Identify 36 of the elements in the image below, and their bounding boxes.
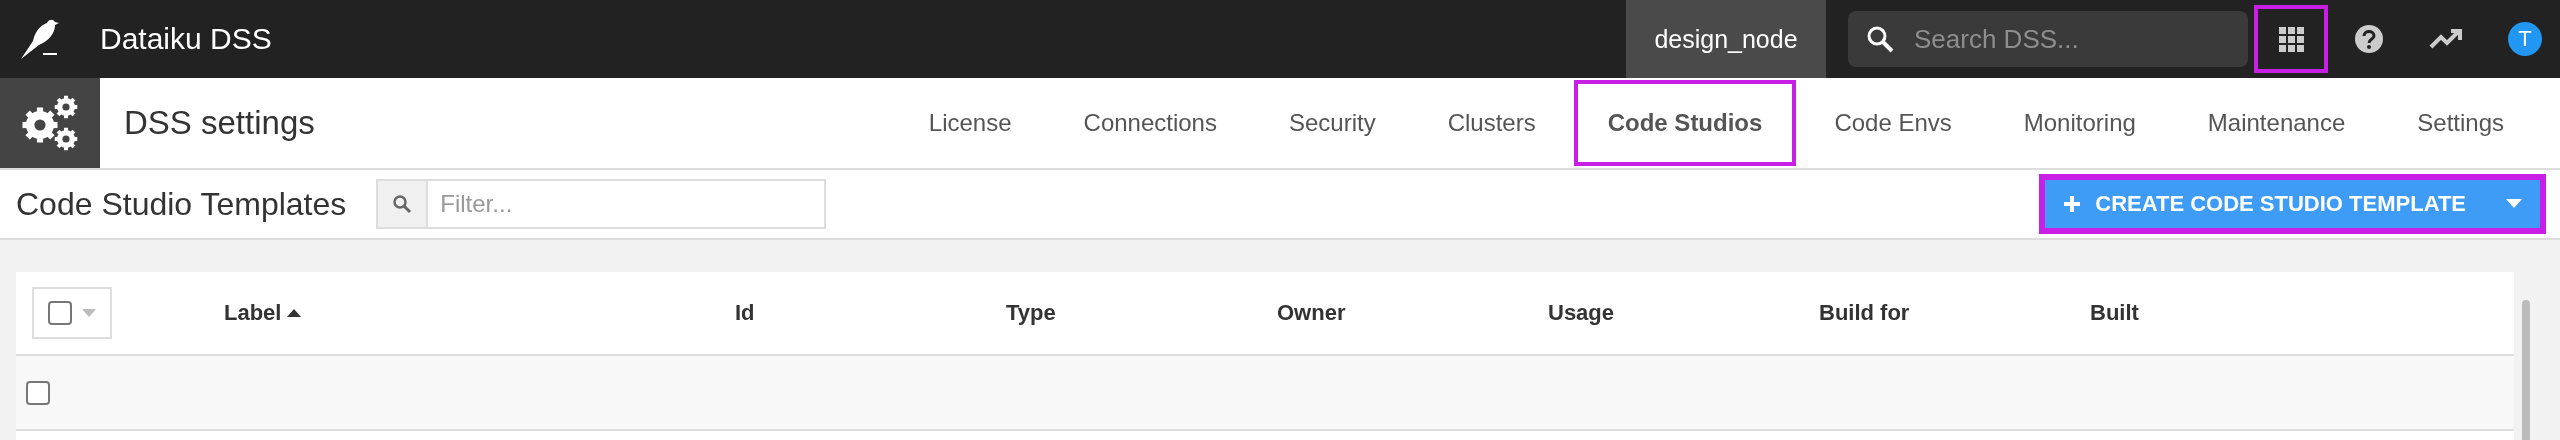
- settings-tab[interactable]: Code Envs: [1798, 78, 1988, 168]
- gears-icon: [20, 93, 80, 153]
- column-header[interactable]: Built: [2090, 300, 2139, 326]
- search-box[interactable]: Search DSS...: [1848, 11, 2248, 67]
- column-header[interactable]: Label: [224, 300, 282, 326]
- filter-box[interactable]: Filter...: [376, 179, 827, 229]
- settings-tab[interactable]: Security: [1252, 78, 1412, 168]
- row-checkbox[interactable]: [26, 380, 50, 405]
- settings-tab[interactable]: License: [892, 78, 1048, 168]
- scrollbar[interactable]: [2522, 300, 2530, 440]
- page-title: DSS settings: [124, 104, 316, 142]
- search-icon: [1866, 25, 1894, 53]
- settings-tab[interactable]: Connections: [1047, 78, 1253, 168]
- help-icon[interactable]: [2354, 24, 2384, 54]
- settings-tab[interactable]: Monitoring: [1987, 78, 2172, 168]
- column-header[interactable]: Type: [1006, 300, 1056, 326]
- select-all-dropdown[interactable]: [32, 287, 112, 339]
- sort-arrow-icon: [287, 307, 302, 319]
- column-header[interactable]: Build for: [1819, 300, 1910, 326]
- caret-icon: [2506, 199, 2522, 209]
- settings-tab[interactable]: Code Studios: [1571, 78, 1799, 168]
- trend-chart-icon[interactable]: [2429, 27, 2465, 51]
- section-title: Code Studio Templates: [16, 185, 347, 223]
- settings-tab[interactable]: Settings: [2381, 78, 2540, 168]
- settings-tab[interactable]: Clusters: [1411, 78, 1572, 168]
- search-field[interactable]: Search DSS...: [1912, 22, 2232, 56]
- search-icon: [392, 194, 413, 214]
- plus-icon: [2063, 195, 2082, 213]
- settings-tab[interactable]: Maintenance: [2171, 78, 2382, 168]
- column-header[interactable]: Owner: [1277, 300, 1346, 326]
- node-name[interactable]: design_node: [1626, 0, 1826, 78]
- apps-grid-icon[interactable]: [2278, 26, 2304, 52]
- bird-logo-icon: [19, 17, 59, 61]
- column-header[interactable]: Id: [735, 300, 755, 326]
- column-header[interactable]: Usage: [1548, 300, 1615, 326]
- app-title: Dataiku DSS: [100, 22, 273, 56]
